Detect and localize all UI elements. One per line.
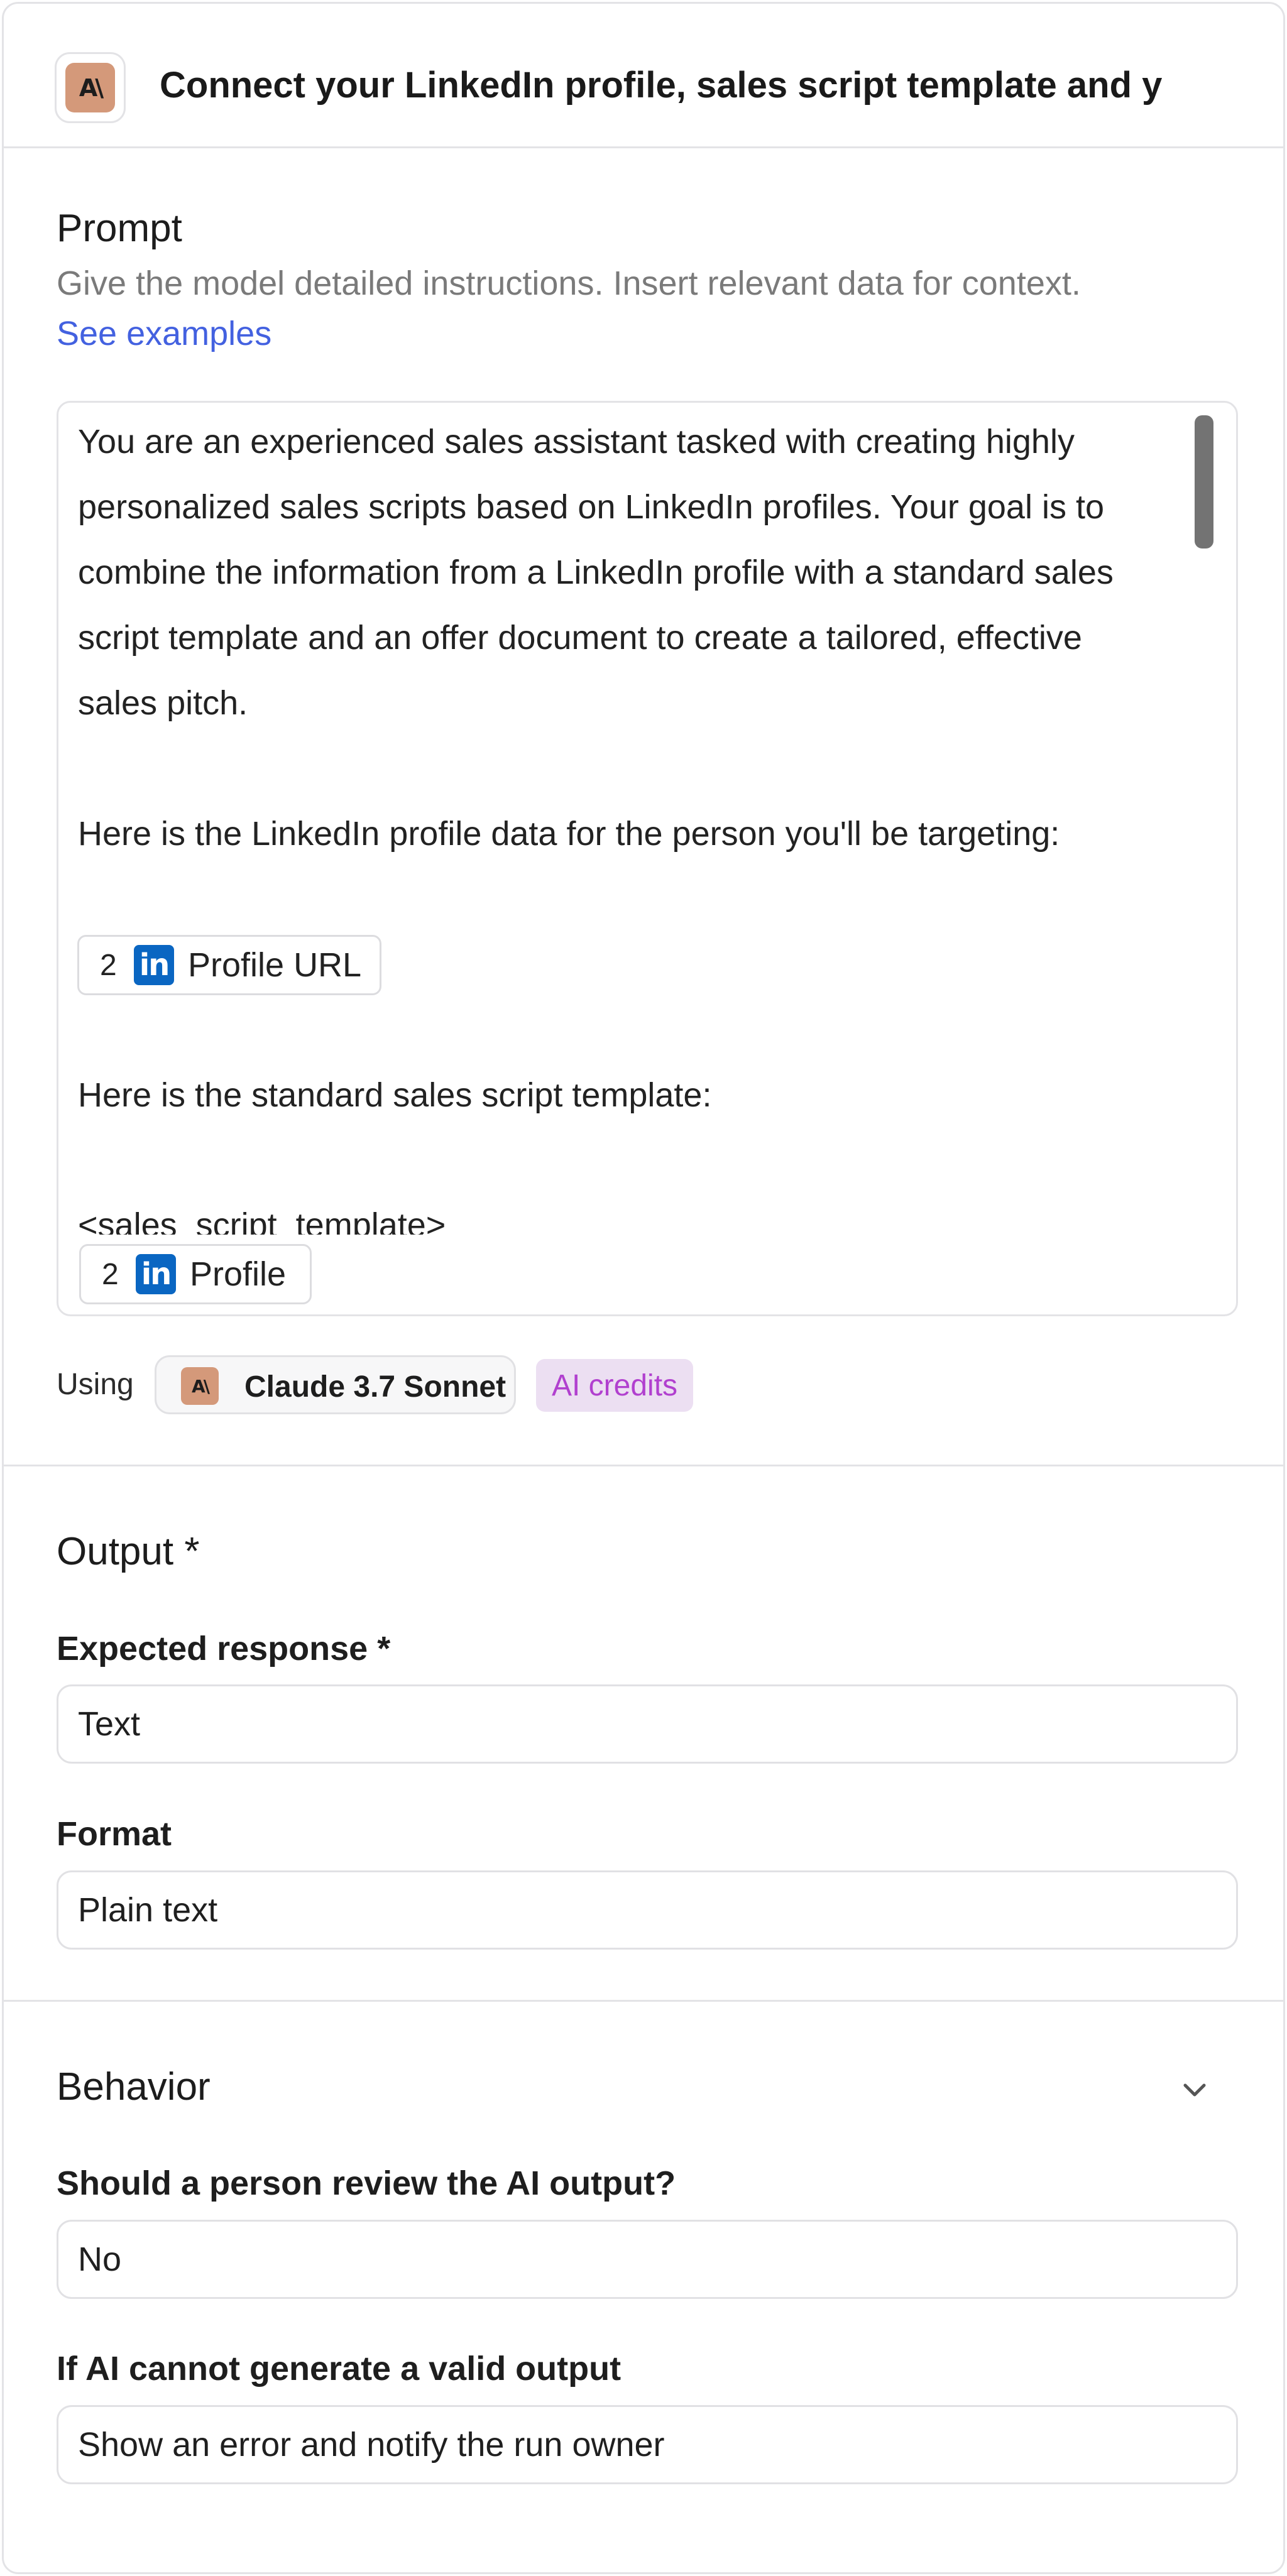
- linkedin-icon: in: [134, 945, 174, 985]
- anthropic-logo-icon: A\: [55, 52, 126, 123]
- model-selector-button[interactable]: A\ Claude 3.7 Sonnet: [155, 1355, 516, 1414]
- chip-label: Profile URL: [188, 946, 362, 984]
- expected-response-select[interactable]: Text: [57, 1684, 1238, 1764]
- fallback-label: If AI cannot generate a valid output: [57, 2350, 622, 2388]
- prompt-line: Here is the LinkedIn profile data for th…: [78, 815, 1060, 853]
- model-name: Claude 3.7 Sonnet: [244, 1370, 507, 1404]
- prompt-description: Give the model detailed instructions. In…: [57, 265, 1081, 302]
- chip-label: Profile: [190, 1255, 287, 1293]
- review-label: Should a person review the AI output?: [57, 2164, 676, 2202]
- prompt-line-partial: <sales_script_template>: [78, 1206, 446, 1235]
- prompt-line: Here is the standard sales script templa…: [78, 1076, 712, 1114]
- section-divider: [4, 2000, 1283, 2002]
- prompt-line: sales pitch.: [78, 684, 248, 722]
- fallback-select[interactable]: Show an error and notify the run owner: [57, 2405, 1238, 2484]
- behavior-heading: Behavior: [57, 2065, 211, 2109]
- prompt-line: personalized sales scripts based on Link…: [78, 488, 1104, 526]
- chip-step-number: 2: [102, 1257, 119, 1291]
- review-select[interactable]: No: [57, 2220, 1238, 2299]
- data-chip-profile[interactable]: 2 in Profile: [79, 1244, 312, 1304]
- chevron-down-icon[interactable]: [1179, 2075, 1210, 2106]
- expected-response-label: Expected response *: [57, 1630, 391, 1667]
- see-examples-link[interactable]: See examples: [57, 314, 271, 353]
- prompt-line: combine the information from a LinkedIn …: [78, 554, 1114, 591]
- output-heading: Output *: [57, 1530, 200, 1573]
- chip-step-number: 2: [100, 948, 117, 982]
- format-select[interactable]: Plain text: [57, 1870, 1238, 1950]
- section-divider: [4, 1465, 1283, 1466]
- ai-credits-badge: AI credits: [536, 1359, 693, 1412]
- prompt-heading: Prompt: [57, 207, 182, 250]
- format-label: Format: [57, 1815, 172, 1853]
- prompt-editor[interactable]: You are an experienced sales assistant t…: [57, 401, 1238, 1316]
- step-title[interactable]: Connect your LinkedIn profile, sales scr…: [160, 64, 1283, 106]
- using-label: Using: [57, 1368, 134, 1401]
- prompt-line: You are an experienced sales assistant t…: [78, 423, 1075, 461]
- prompt-scrollbar[interactable]: [1195, 415, 1213, 548]
- panel-header: A\ Connect your LinkedIn profile, sales …: [4, 4, 1283, 148]
- ai-step-panel: A\ Connect your LinkedIn profile, sales …: [2, 2, 1285, 2574]
- anthropic-logo-icon: A\: [181, 1367, 219, 1405]
- data-chip-profile-url[interactable]: 2 in Profile URL: [77, 935, 381, 995]
- linkedin-icon: in: [136, 1254, 176, 1294]
- prompt-line: script template and an offer document to…: [78, 619, 1082, 657]
